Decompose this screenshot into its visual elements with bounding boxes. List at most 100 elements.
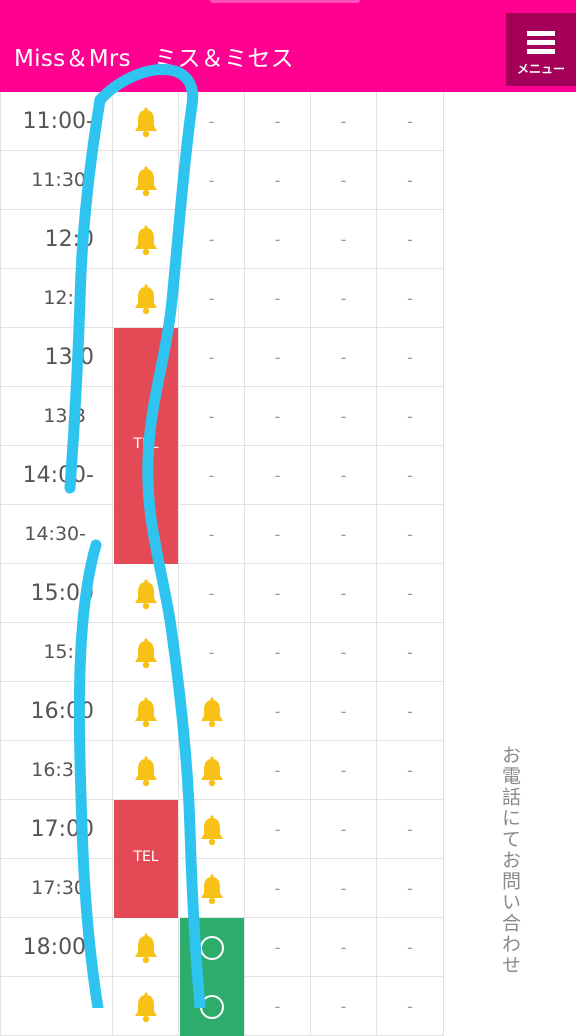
bell-icon[interactable] — [113, 623, 179, 682]
unavailable-slot: - — [179, 269, 245, 328]
unavailable-slot: - — [377, 387, 444, 446]
unavailable-slot: - — [245, 564, 311, 623]
unavailable-slot: - — [245, 741, 311, 800]
unavailable-slot: - — [377, 623, 444, 682]
bell-icon[interactable] — [113, 918, 179, 977]
app-header: Miss＆Mrs ミス＆ミセス — [0, 6, 576, 92]
bell-icon[interactable] — [113, 977, 179, 1036]
time-slot-label: 13:0 — [0, 328, 113, 387]
unavailable-slot: - — [311, 977, 377, 1036]
unavailable-slot: - — [311, 741, 377, 800]
schedule-row: 13:3- - - - — [0, 387, 444, 446]
unavailable-slot: - — [179, 446, 245, 505]
time-slot-label: 12:0 — [0, 210, 113, 269]
bell-icon[interactable] — [179, 682, 245, 741]
bell-icon[interactable] — [113, 269, 179, 328]
unavailable-slot: - — [179, 623, 245, 682]
hamburger-menu-icon — [527, 31, 555, 55]
time-slot-label: 18:00- — [0, 918, 113, 977]
unavailable-slot: - — [311, 859, 377, 918]
time-slot-label: 14:00- — [0, 446, 113, 505]
unavailable-slot: - — [179, 151, 245, 210]
schedule-row: 15:3- - - - — [0, 623, 444, 682]
unavailable-slot: - — [377, 682, 444, 741]
unavailable-slot: - — [245, 977, 311, 1036]
time-slot-label: 11:30 — [0, 151, 113, 210]
time-slot-label: 15:00 — [0, 564, 113, 623]
available-block[interactable] — [180, 918, 244, 1036]
bell-icon[interactable] — [113, 682, 179, 741]
unavailable-slot: - — [245, 328, 311, 387]
unavailable-slot: - — [245, 623, 311, 682]
unavailable-slot: - — [245, 800, 311, 859]
tel-block[interactable]: TEL — [114, 800, 178, 918]
unavailable-slot: - — [179, 92, 245, 151]
unavailable-slot: - — [245, 92, 311, 151]
schedule-row: 11:30- - - - — [0, 151, 444, 210]
time-slot-label: 12:3 — [0, 269, 113, 328]
schedule-row: 16:30- - - — [0, 741, 444, 800]
unavailable-slot: - — [179, 564, 245, 623]
unavailable-slot: - — [377, 505, 444, 564]
unavailable-slot: - — [179, 505, 245, 564]
menu-label: メニュー — [516, 62, 565, 76]
tel-label: TEL — [133, 849, 159, 865]
unavailable-slot: - — [377, 564, 444, 623]
site-title[interactable]: Miss＆Mrs ミス＆ミセス — [14, 39, 294, 73]
time-slot-label: 17:30 — [0, 859, 113, 918]
schedule-row: 16:00- - - — [0, 682, 444, 741]
unavailable-slot: - — [245, 859, 311, 918]
schedule-row: 14:00- - - - - — [0, 446, 444, 505]
schedule-row: 11:00- - - - - — [0, 92, 444, 151]
bell-icon[interactable] — [113, 151, 179, 210]
unavailable-slot: - — [311, 446, 377, 505]
unavailable-slot: - — [311, 210, 377, 269]
time-slot-label: 16:00 — [0, 682, 113, 741]
bell-icon[interactable] — [113, 210, 179, 269]
unavailable-slot: - — [311, 800, 377, 859]
unavailable-slot: - — [179, 210, 245, 269]
unavailable-slot: - — [311, 328, 377, 387]
bell-icon[interactable] — [113, 564, 179, 623]
menu-button[interactable]: メニュー — [506, 13, 576, 86]
tel-block[interactable]: TEL — [114, 328, 178, 564]
tel-label: TEL — [133, 436, 159, 452]
unavailable-slot: - — [245, 269, 311, 328]
unavailable-slot: - — [377, 918, 444, 977]
phone-inquiry-note: お電話にてお問い合わせ — [499, 745, 521, 976]
unavailable-slot: - — [377, 151, 444, 210]
schedule-row: 17:30- - - — [0, 859, 444, 918]
circle-icon — [200, 935, 224, 960]
unavailable-slot: - — [245, 210, 311, 269]
unavailable-slot: - — [311, 269, 377, 328]
bell-icon[interactable] — [113, 741, 179, 800]
unavailable-slot: - — [377, 977, 444, 1036]
unavailable-slot: - — [179, 387, 245, 446]
unavailable-slot: - — [377, 92, 444, 151]
unavailable-slot: - — [377, 741, 444, 800]
unavailable-slot: - — [311, 918, 377, 977]
unavailable-slot: - — [245, 505, 311, 564]
time-slot-label: 13:3 — [0, 387, 113, 446]
unavailable-slot: - — [377, 210, 444, 269]
unavailable-slot: - — [311, 387, 377, 446]
unavailable-slot: - — [377, 859, 444, 918]
bell-icon[interactable] — [113, 92, 179, 151]
unavailable-slot: - — [311, 505, 377, 564]
schedule-row: 13:0- - - - — [0, 328, 444, 387]
circle-icon — [200, 994, 224, 1019]
bell-icon[interactable] — [179, 741, 245, 800]
unavailable-slot: - — [377, 269, 444, 328]
schedule-row: 12:3- - - - — [0, 269, 444, 328]
unavailable-slot: - — [311, 564, 377, 623]
bell-icon[interactable] — [179, 800, 245, 859]
time-slot-label: 16:30 — [0, 741, 113, 800]
unavailable-slot: - — [245, 151, 311, 210]
time-slot-label: 14:30- — [0, 505, 113, 564]
bell-icon[interactable] — [179, 859, 245, 918]
unavailable-slot: - — [311, 151, 377, 210]
unavailable-slot: - — [311, 623, 377, 682]
unavailable-slot: - — [179, 328, 245, 387]
schedule-row: 17:00- - - — [0, 800, 444, 859]
schedule-row: 12:0- - - - — [0, 210, 444, 269]
